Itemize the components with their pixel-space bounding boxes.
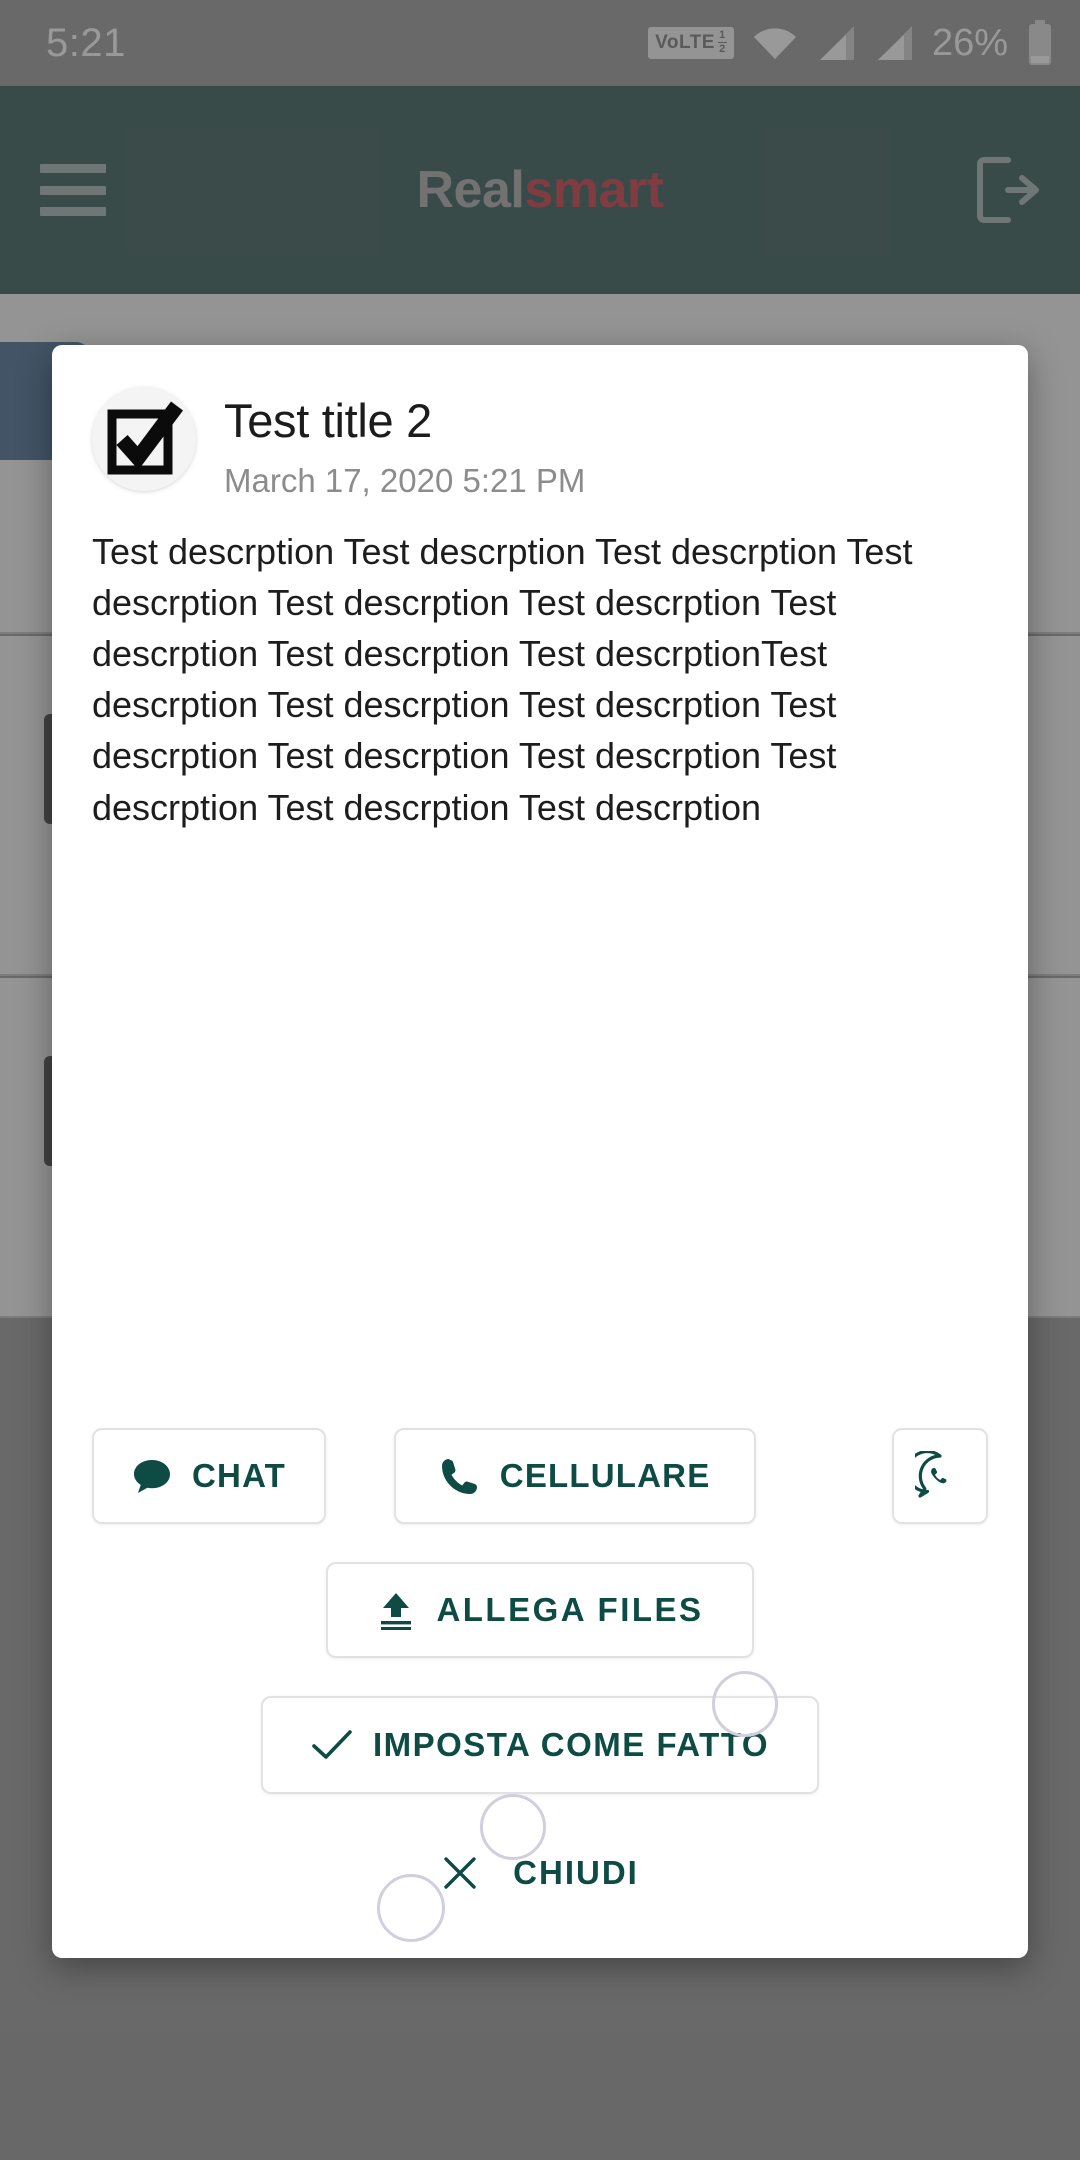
chat-button-label: CHAT <box>192 1457 287 1494</box>
cellulare-button-label: CELLULARE <box>499 1457 711 1494</box>
upload-icon <box>376 1590 416 1630</box>
whatsapp-button[interactable] <box>891 1428 988 1524</box>
whatsapp-icon <box>914 1451 965 1501</box>
phone-icon <box>440 1456 480 1496</box>
fatto-row: IMPOSTA COME FATTO <box>52 1696 1028 1794</box>
dialog-header: Test title 2 March 17, 2020 5:21 PM <box>52 345 1028 500</box>
checkbox-checked-icon <box>92 387 196 491</box>
allega-row: ALLEGA FILES <box>52 1562 1028 1658</box>
chat-bubble-icon <box>132 1456 172 1496</box>
task-detail-dialog: Test title 2 March 17, 2020 5:21 PM Test… <box>52 345 1028 1958</box>
dialog-header-text: Test title 2 March 17, 2020 5:21 PM <box>224 387 585 500</box>
allega-files-label: ALLEGA FILES <box>436 1591 704 1628</box>
dialog-title: Test title 2 <box>224 394 432 447</box>
imposta-come-fatto-label: IMPOSTA COME FATTO <box>372 1726 770 1763</box>
allega-files-button[interactable]: ALLEGA FILES <box>326 1562 754 1658</box>
dialog-description: Test descrption Test descrption Test des… <box>92 531 913 828</box>
chiudi-row: CHIUDI <box>52 1828 1028 1918</box>
check-icon <box>311 1728 353 1762</box>
contact-actions-row: CHAT CELLULARE <box>52 1428 1028 1524</box>
chat-button[interactable]: CHAT <box>92 1428 327 1524</box>
dialog-actions: CHAT CELLULARE ALLEGA FILES IMPOSTA COME… <box>52 1428 1028 1958</box>
cellulare-button[interactable]: CELLULARE <box>393 1428 757 1524</box>
chiudi-button[interactable]: CHIUDI <box>407 1828 673 1918</box>
chiudi-button-label: CHIUDI <box>513 1854 639 1891</box>
close-x-icon <box>441 1854 479 1892</box>
dialog-date: March 17, 2020 5:21 PM <box>224 462 586 499</box>
imposta-come-fatto-button[interactable]: IMPOSTA COME FATTO <box>260 1696 820 1794</box>
